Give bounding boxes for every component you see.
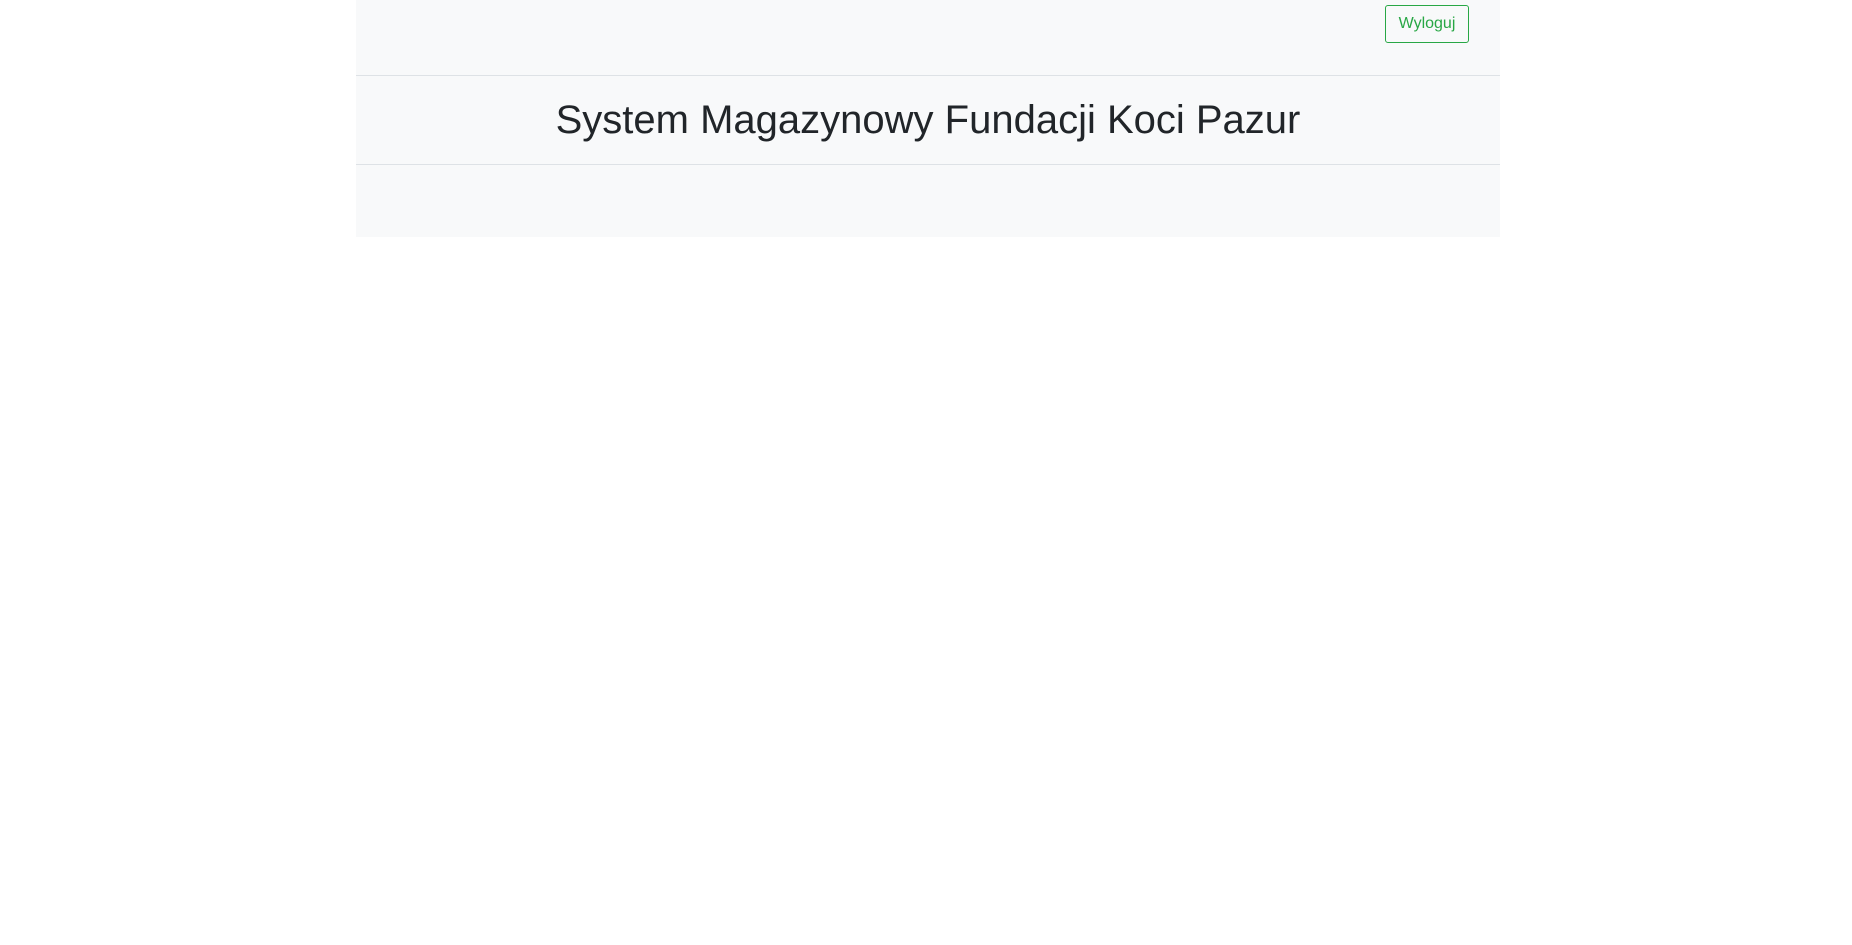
- header: System Magazynowy Fundacji Koci Pazur: [356, 76, 1500, 165]
- top-bar: Wyloguj: [356, 0, 1500, 76]
- content-area: [356, 165, 1500, 237]
- main-container: Wyloguj System Magazynowy Fundacji Koci …: [356, 0, 1500, 237]
- page-title: System Magazynowy Fundacji Koci Pazur: [555, 97, 1301, 142]
- logout-button[interactable]: Wyloguj: [1385, 5, 1469, 43]
